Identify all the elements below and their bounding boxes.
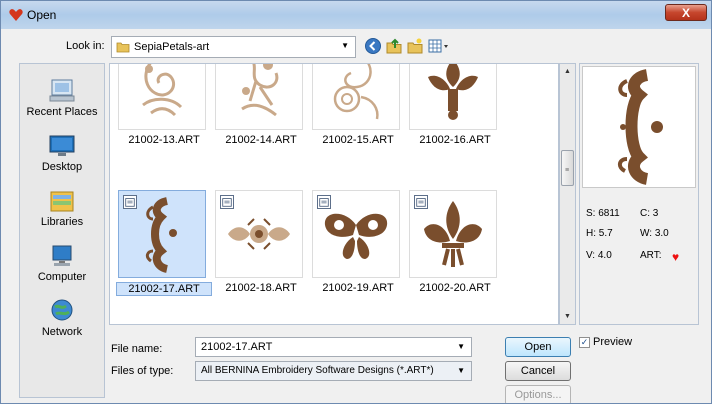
scroll-up-icon[interactable]: ▲: [560, 64, 575, 79]
file-name: 21002-19.ART: [322, 282, 394, 294]
place-computer[interactable]: Computer: [20, 241, 104, 293]
chevron-down-icon: ▼: [457, 366, 465, 375]
place-network[interactable]: Network: [20, 296, 104, 348]
embroidery-design-image: [428, 64, 478, 120]
file-thumbnail: [409, 64, 497, 130]
file-type-value: All BERNINA Embroidery Software Designs …: [201, 365, 434, 376]
recent-places-icon: [49, 79, 75, 102]
file-name: 21002-20.ART: [419, 282, 491, 294]
design-height: H: 5.7: [586, 228, 613, 239]
file-thumbnail: [312, 64, 400, 130]
open-dialog: Open X Look in: SepiaPetals-art ▼ Recent…: [0, 0, 712, 404]
cancel-button[interactable]: Cancel: [505, 361, 571, 381]
place-label: Network: [41, 326, 83, 338]
look-in-label: Look in:: [66, 40, 105, 52]
file-list[interactable]: 21002-13.ART 21002-14.ART 21002-15.ART 2…: [109, 63, 559, 325]
file-thumbnail: [312, 190, 400, 278]
preview-panel: S: 6811 C: 3 H: 5.7 W: 3.0 V: 4.0 ART: ♥: [579, 63, 699, 325]
options-button: Options...: [505, 385, 571, 403]
new-folder-icon[interactable]: [406, 37, 424, 55]
computer-icon: [52, 245, 72, 266]
version: V: 4.0: [586, 250, 612, 261]
art-file-badge-icon: [123, 195, 137, 209]
file-name: 21002-17.ART: [116, 282, 212, 296]
place-recent-places[interactable]: Recent Places: [20, 76, 104, 128]
place-desktop[interactable]: Desktop: [20, 131, 104, 183]
file-item[interactable]: 21002-18.ART: [213, 190, 309, 300]
art-file-badge-icon: [414, 195, 428, 209]
file-item[interactable]: 21002-14.ART: [213, 64, 309, 152]
open-button[interactable]: Open: [505, 337, 571, 357]
file-item[interactable]: 21002-13.ART: [116, 64, 212, 152]
scroll-down-icon[interactable]: ▼: [560, 309, 575, 324]
chevron-down-icon: ▼: [341, 41, 349, 50]
file-name: 21002-16.ART: [419, 134, 491, 146]
file-list-scrollbar[interactable]: ▲ ≡ ▼: [559, 63, 576, 325]
checkmark-icon[interactable]: ✓: [579, 337, 590, 348]
file-thumbnail: [118, 64, 206, 130]
file-item[interactable]: 21002-19.ART: [310, 190, 406, 300]
file-name-value: 21002-17.ART: [201, 341, 273, 353]
app-heart-icon: [9, 9, 23, 21]
preview-label: Preview: [593, 336, 633, 348]
file-name: 21002-18.ART: [225, 282, 297, 294]
embroidery-design-image: [241, 64, 279, 117]
title-bar[interactable]: Open X: [1, 1, 711, 29]
file-name-input[interactable]: 21002-17.ART ▼: [195, 337, 472, 357]
place-label: Computer: [37, 271, 87, 283]
place-label: Desktop: [41, 161, 83, 173]
color-count: C: 3: [640, 208, 659, 219]
file-item[interactable]: 21002-16.ART: [407, 64, 503, 152]
file-name-label: File name:: [111, 343, 163, 355]
file-item[interactable]: 21002-20.ART: [407, 190, 503, 300]
file-name: 21002-14.ART: [225, 134, 297, 146]
network-icon: [51, 299, 73, 321]
look-in-dropdown[interactable]: SepiaPetals-art ▼: [111, 36, 356, 58]
file-item[interactable]: 21002-15.ART: [310, 64, 406, 152]
chevron-down-icon[interactable]: ▼: [457, 342, 465, 351]
back-icon[interactable]: [364, 37, 382, 55]
file-thumbnail: [409, 190, 497, 278]
file-name: 21002-15.ART: [322, 134, 394, 146]
up-folder-icon[interactable]: [385, 37, 403, 55]
views-menu-icon[interactable]: [427, 37, 451, 55]
window-title: Open: [27, 8, 57, 22]
places-bar: Recent Places Desktop Libraries Computer…: [19, 63, 105, 398]
embroidery-design-image: [142, 64, 183, 117]
art-file-badge-icon: [317, 195, 331, 209]
art-file-badge-icon: [220, 195, 234, 209]
file-thumbnail: [118, 190, 206, 278]
embroidery-design-image: [333, 64, 379, 120]
close-button[interactable]: X: [665, 4, 707, 21]
file-thumbnail: [215, 64, 303, 130]
grip-icon: ≡: [565, 167, 570, 174]
preview-image: [582, 66, 696, 188]
file-type-label: Files of type:: [111, 365, 174, 377]
libraries-icon: [50, 191, 74, 212]
file-thumbnail: [215, 190, 303, 278]
stitch-count: S: 6811: [586, 208, 620, 219]
art-label: ART:: [640, 250, 662, 261]
place-libraries[interactable]: Libraries: [20, 186, 104, 238]
desktop-icon: [49, 135, 75, 156]
place-label: Recent Places: [26, 106, 98, 118]
heart-icon: ♥: [672, 250, 680, 264]
file-name: 21002-13.ART: [128, 134, 200, 146]
embroidery-preview-image: [618, 69, 663, 185]
folder-icon: [116, 42, 130, 53]
design-width: W: 3.0: [640, 228, 669, 239]
file-item[interactable]: 21002-17.ART: [116, 190, 212, 300]
place-label: Libraries: [40, 216, 84, 228]
file-type-select[interactable]: All BERNINA Embroidery Software Designs …: [195, 361, 472, 381]
scrollbar-thumb[interactable]: ≡: [561, 150, 574, 186]
look-in-value: SepiaPetals-art: [134, 41, 210, 53]
